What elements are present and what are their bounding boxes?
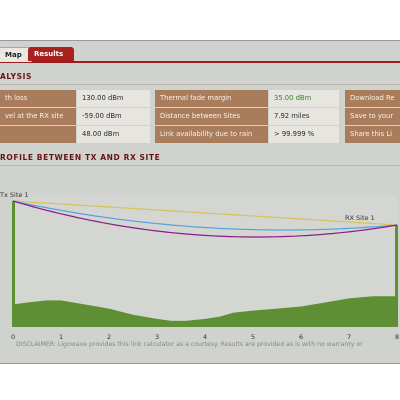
result-value-third: 48.00 dBm: [77, 126, 150, 143]
x-tick-label: 8: [395, 333, 399, 341]
divider: [0, 84, 400, 85]
result-label-fade-margin: Thermal fade margin: [155, 90, 268, 107]
tab-results[interactable]: Results: [28, 47, 74, 61]
result-value-path-loss: 130.00 dBm: [77, 90, 150, 107]
result-value-fade-margin: 35.00 dBm: [269, 90, 339, 107]
x-tick-label: 0: [11, 333, 15, 341]
x-tick-label: 5: [251, 333, 255, 341]
x-tick-label: 2: [107, 333, 111, 341]
x-tick-label: 3: [155, 333, 159, 341]
download-report-button[interactable]: Download Re: [345, 90, 400, 107]
result-label-third: [0, 126, 76, 143]
analysis-title: ALYSIS: [0, 72, 33, 81]
x-tick-label: 1: [59, 333, 63, 341]
share-link-button[interactable]: Share this Li: [345, 126, 400, 143]
annotation-rx-site: RX Site 1: [345, 214, 375, 222]
result-value-rx-level: -59.00 dBm: [77, 108, 150, 125]
divider: [0, 165, 400, 166]
disclaimer-text: DISCLAIMER: Ligowave provides this link …: [16, 341, 363, 348]
x-tick-label: 7: [347, 333, 351, 341]
result-label-availability: Link availability due to rain: [155, 126, 268, 143]
profile-chart: Tx Site 1RX Site 1012345678Distance betw…: [0, 191, 399, 341]
result-value-availability: > 99.999 %: [269, 126, 339, 143]
tab-bar: Map Results: [0, 45, 400, 63]
result-value-distance: 7.92 miles: [269, 108, 339, 125]
result-label-rx-level: vel at the RX site: [0, 108, 76, 125]
x-tick-label: 6: [299, 333, 303, 341]
result-label-path-loss: th loss: [0, 90, 76, 107]
availability-text: > 99.999 %: [274, 130, 315, 138]
x-tick-label: 4: [203, 333, 207, 341]
profile-title: ROFILE BETWEEN TX AND RX SITE: [0, 153, 161, 162]
tx-mast: [12, 201, 15, 327]
app-window: Map Results ALYSIS th loss 130.00 dBm ve…: [0, 40, 400, 364]
save-button[interactable]: Save to your: [345, 108, 400, 125]
annotation-tx-site: Tx Site 1: [0, 191, 29, 199]
result-label-distance: Distance between Sites: [155, 108, 268, 125]
rx-mast: [395, 225, 398, 327]
